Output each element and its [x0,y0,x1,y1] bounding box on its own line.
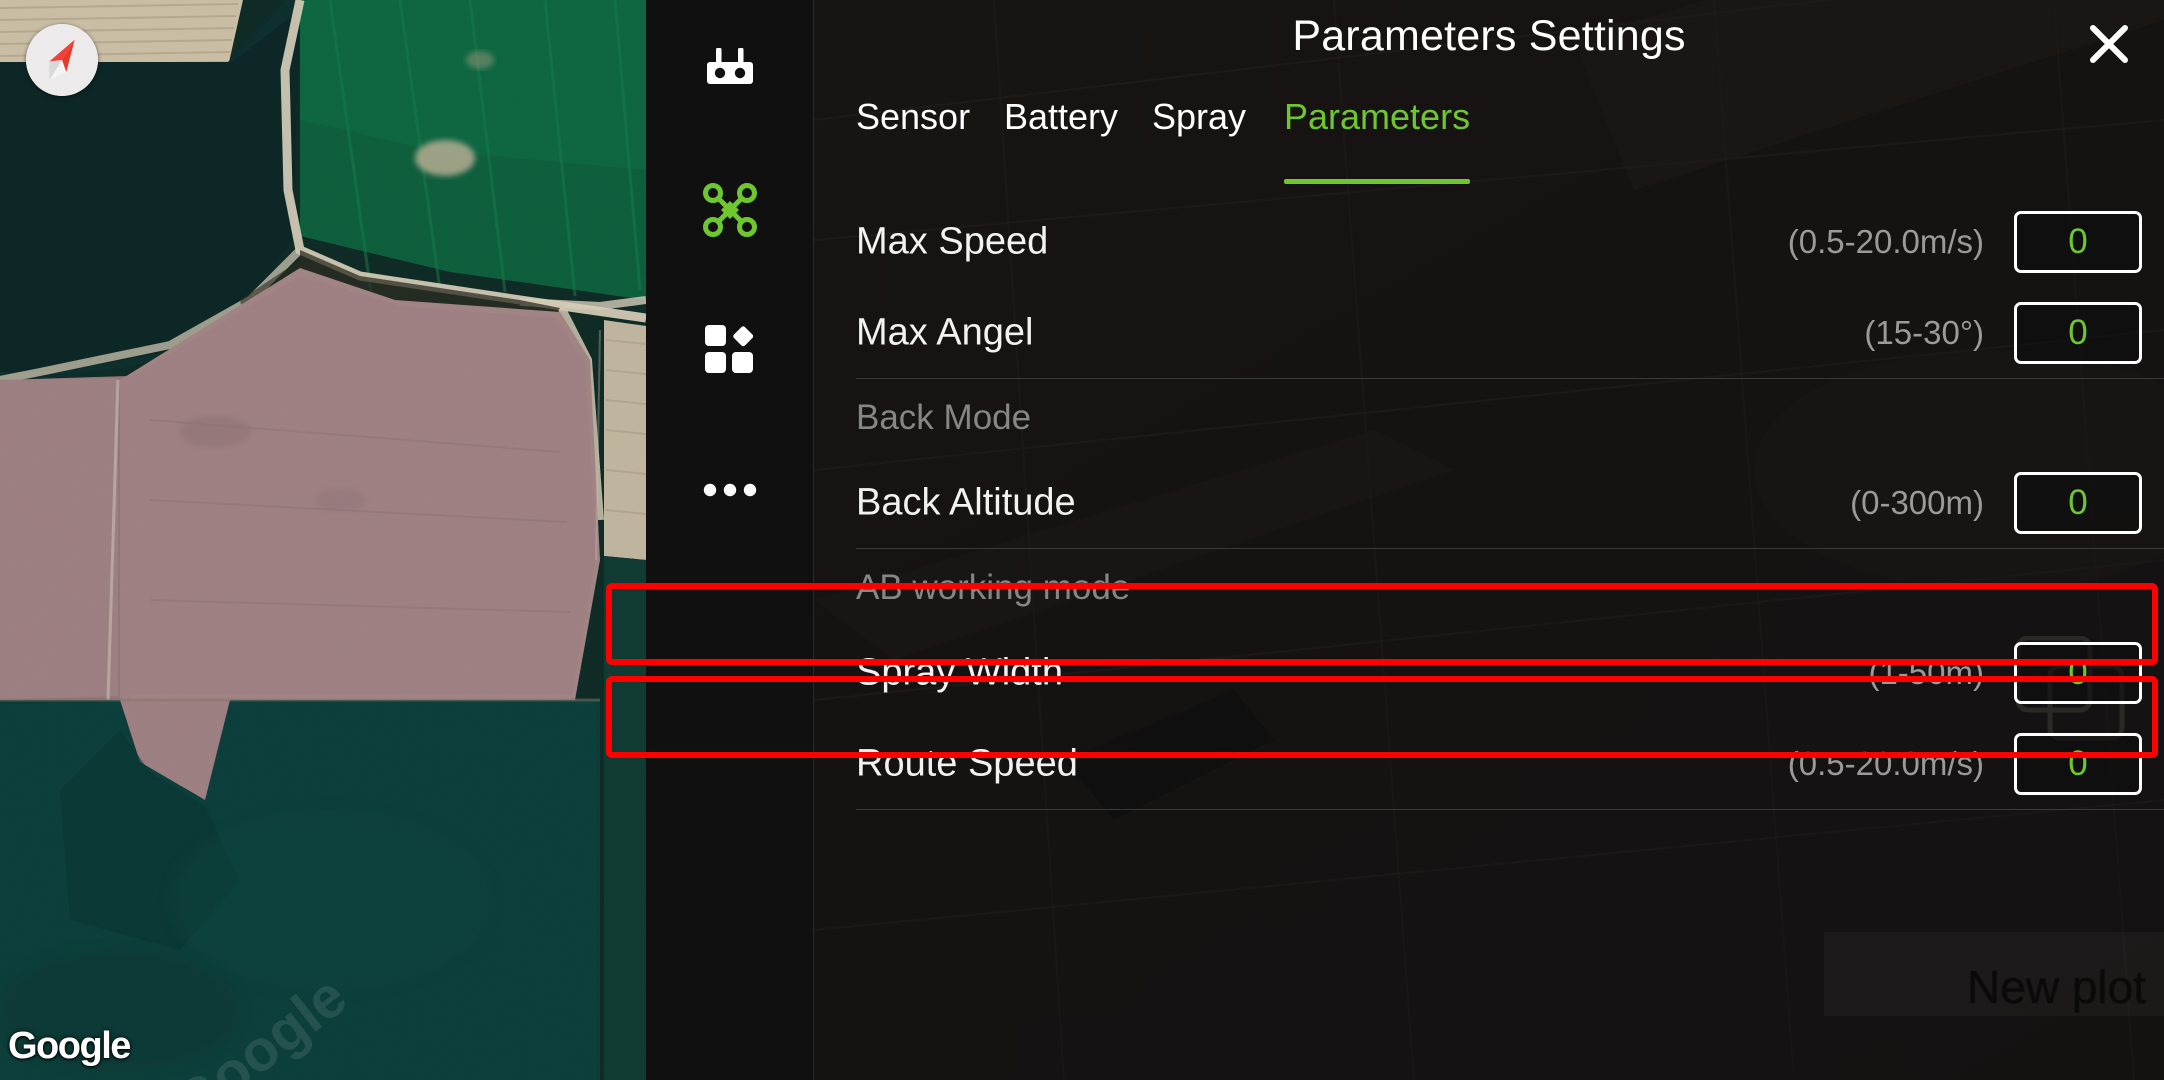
compass-icon[interactable] [26,24,98,96]
spray-width-input[interactable]: 0 [2014,641,2142,704]
satellite-map[interactable]: Google Google [0,0,646,1080]
more-dots-icon [703,483,757,497]
section-label: Back Mode [856,398,1032,437]
route-speed-input[interactable]: 0 [2014,732,2142,795]
map-imagery [0,0,646,1080]
row-label: Max Speed [856,220,1049,262]
row-range: (15-30°) [1864,313,1984,351]
tab-label: Parameters [1284,96,1471,137]
row-route-speed[interactable]: Route Speed (0.5-20.0m/s) 0 [814,718,2164,809]
tab-sensor[interactable]: Sensor [856,96,970,172]
max-speed-input[interactable]: 0 [2014,210,2142,273]
underlay-panel-strip [1824,932,2164,1016]
close-button[interactable] [2078,13,2140,75]
apps-grid-icon [705,325,754,373]
row-label: Back Altitude [856,481,1076,523]
settings-tabs: Sensor Battery Spray Parameters [814,96,2164,184]
tab-parameters[interactable]: Parameters [1284,96,1471,184]
back-altitude-input[interactable]: 0 [2014,471,2142,534]
row-label: Max Angel [856,311,1034,353]
row-range: (0.5-20.0m/s) [1787,744,1984,782]
panel-title: Parameters Settings [1292,12,1686,60]
left-icon-rail [646,0,814,1080]
tab-label: Battery [1004,96,1119,137]
max-angel-input[interactable]: 0 [2014,301,2142,364]
row-max-speed[interactable]: Max Speed (0.5-20.0m/s) 0 [814,196,2164,287]
rail-item-remote-controller[interactable] [646,22,814,118]
tab-battery[interactable]: Battery [1004,96,1118,172]
row-range: (0-300m) [1850,483,1984,521]
rail-item-apps-grid[interactable] [646,302,814,398]
row-label: Spray Width [856,651,1063,693]
section-back-mode: Back Mode [814,379,2164,457]
row-range: (0.5-20.0m/s) [1787,222,1984,260]
row-divider [814,809,2164,810]
row-label: Route Speed [856,742,1078,784]
rail-item-more-options[interactable] [646,442,814,538]
settings-rows: Max Speed (0.5-20.0m/s) 0 Max Angel (15-… [814,196,2164,810]
row-range: (1-50m) [1868,653,1984,691]
section-label: AB working mode [856,568,1131,607]
row-back-altitude[interactable]: Back Altitude (0-300m) 0 [814,457,2164,548]
tab-label: Spray [1152,96,1247,137]
parameters-settings-panel: New plot Parameters Settings Sensor Batt… [814,0,2164,1080]
tab-spray[interactable]: Spray [1152,96,1246,172]
tab-label: Sensor [856,96,971,137]
screen-root: Google Google [0,0,2164,1080]
row-max-angel[interactable]: Max Angel (15-30°) 0 [814,287,2164,378]
close-x-icon [2090,25,2128,63]
row-spray-width[interactable]: Spray Width (1-50m) 0 [814,627,2164,718]
rail-item-drone[interactable] [646,162,814,258]
drone-quadcopter-icon [703,183,757,237]
underlay-new-plot-label: New plot [1967,961,2146,1013]
tab-underline [1284,179,1471,184]
section-ab-working-mode: AB working mode [814,549,2164,627]
map-provider-watermark: Google [8,1025,131,1067]
remote-controller-icon [707,48,753,84]
